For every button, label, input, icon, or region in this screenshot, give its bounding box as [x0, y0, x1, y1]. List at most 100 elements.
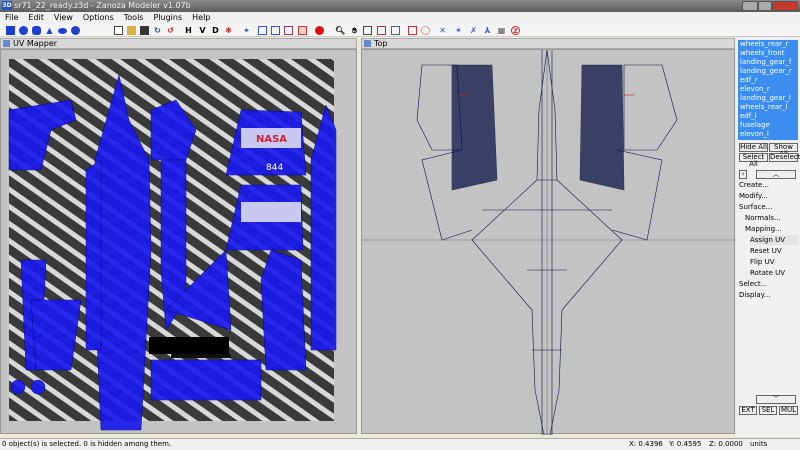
menu-bar: File Edit View Options Tools Plugins Help — [0, 12, 800, 24]
uv-mapper-viewport[interactable]: NASA 844 — [0, 49, 357, 434]
app-icon: 3D — [2, 1, 12, 10]
collapse-panel-button[interactable]: ‹ — [739, 170, 747, 179]
menu-tools[interactable]: Tools — [119, 12, 149, 24]
scroll-down-button[interactable]: ﹀ — [756, 395, 796, 404]
hide-all-button[interactable]: Hide All — [739, 143, 768, 152]
nasa-band-mirror — [241, 202, 301, 222]
menu-view[interactable]: View — [49, 12, 78, 24]
deselect-button[interactable]: Deselect — [769, 153, 800, 162]
minimize-button[interactable] — [742, 1, 758, 11]
menu-file[interactable]: File — [0, 12, 23, 24]
object-item[interactable]: landing_gear_l — [740, 94, 798, 103]
uv-black-strip — [171, 354, 231, 358]
pan-hand-icon[interactable]: ✋︎ — [350, 26, 359, 35]
object-item[interactable]: elevon_r — [740, 85, 798, 94]
rotate-icon[interactable]: ✗ — [469, 26, 478, 35]
top-view-header: Top — [361, 38, 735, 49]
top-view-wireframe — [362, 50, 736, 435]
scroll-up-button[interactable]: ︿ — [756, 170, 796, 179]
window-title: sr71_22_ready.z3d - Zanoza Modeler v1.07… — [14, 1, 191, 10]
toolbar: ▲ ↻ ↺ H V D ✱ ⌖ 🔍︎ ✋︎ ✕ ✶ ✗ ⅄ ▦ Z — [0, 24, 800, 37]
new-file-icon[interactable] — [114, 26, 123, 35]
view-v-button[interactable]: V — [198, 26, 207, 35]
close-button[interactable] — [772, 1, 798, 11]
menu-normals[interactable]: Normals... — [745, 213, 781, 223]
tail-number-text: 844 — [266, 163, 283, 173]
units-label: units — [750, 440, 768, 448]
object-item[interactable]: landing_gear_f — [740, 58, 798, 67]
menu-options[interactable]: Options — [78, 12, 119, 24]
cube-view-4-icon[interactable] — [298, 26, 307, 35]
frame-icon[interactable] — [363, 26, 372, 35]
cylinder-primitive-icon[interactable] — [32, 26, 41, 35]
title-bar: 3D sr71_22_ready.z3d - Zanoza Modeler v1… — [0, 0, 800, 12]
menu-create[interactable]: Create... — [739, 180, 769, 190]
select-circle-icon[interactable] — [421, 26, 430, 35]
show-all-button[interactable]: Show All — [769, 143, 798, 158]
status-message: 0 object(s) is selected. 0 is hidden amo… — [2, 440, 172, 448]
object-item[interactable]: wheels_front — [740, 49, 798, 58]
nasa-logo-text: NASA — [256, 134, 287, 145]
cone-primitive-icon[interactable]: ▲ — [45, 26, 54, 35]
undo-icon[interactable]: ↺ — [166, 26, 175, 35]
menu-plugins[interactable]: Plugins — [148, 12, 187, 24]
sel-button[interactable]: SEL — [759, 406, 777, 415]
coord-x: X: 0.4396 — [629, 440, 663, 448]
menu-select[interactable]: Select... — [739, 279, 767, 289]
assign-uv-button[interactable]: Assign UV — [750, 235, 798, 245]
axes-icon[interactable]: ✱ — [224, 26, 233, 35]
sphere-primitive-icon[interactable] — [19, 26, 28, 35]
menu-display[interactable]: Display... — [739, 290, 770, 300]
view-d-button[interactable]: D — [211, 26, 220, 35]
z-plugin-icon[interactable]: Z — [511, 26, 520, 35]
object-item[interactable]: fuselage — [740, 121, 798, 130]
maximize-button[interactable] — [758, 1, 772, 11]
object-list[interactable]: wheels_rear_r wheels_front landing_gear_… — [738, 40, 798, 140]
rotate-uv-button[interactable]: Rotate UV — [750, 268, 785, 278]
object-item[interactable]: elevon_l — [740, 130, 798, 139]
cube-view-1-icon[interactable] — [258, 26, 267, 35]
select-rect-icon[interactable] — [408, 26, 417, 35]
menu-surface[interactable]: Surface... — [739, 202, 772, 212]
cube-view-3-icon[interactable] — [284, 26, 293, 35]
uv-mapper-title: UV Mapper — [13, 39, 58, 48]
top-view-title: Top — [374, 39, 388, 48]
panel-icon — [364, 40, 371, 47]
extrude-icon[interactable]: ⅄ — [483, 26, 492, 35]
save-file-icon[interactable] — [140, 26, 149, 35]
menu-mapping[interactable]: Mapping... — [745, 224, 782, 234]
side-panel: wheels_rear_r wheels_front landing_gear_… — [736, 37, 800, 437]
redo-icon[interactable]: ↻ — [153, 26, 162, 35]
torus-primitive-icon[interactable] — [71, 26, 80, 35]
frame-all-icon[interactable] — [391, 26, 400, 35]
zoom-icon[interactable]: 🔍︎ — [335, 26, 345, 35]
object-item[interactable]: wheels_rear_l — [740, 103, 798, 112]
scale-icon[interactable]: ✕ — [438, 26, 447, 35]
object-item[interactable]: edf_l — [740, 112, 798, 121]
reset-uv-button[interactable]: Reset UV — [750, 246, 782, 256]
open-file-icon[interactable] — [127, 26, 136, 35]
coord-z: Z: 0.0000 — [709, 440, 743, 448]
menu-help[interactable]: Help — [187, 12, 215, 24]
vertex-icon[interactable]: ⌖ — [242, 26, 251, 35]
grid-icon[interactable]: ▦ — [497, 26, 506, 35]
view-h-button[interactable]: H — [184, 26, 193, 35]
coord-y: Y: 0.4595 — [669, 440, 702, 448]
flip-uv-button[interactable]: Flip UV — [750, 257, 775, 267]
disc-primitive-icon[interactable] — [58, 28, 67, 34]
ext-button[interactable]: EXT — [739, 406, 757, 415]
uv-mapper-header: UV Mapper — [0, 38, 357, 49]
object-item[interactable]: wheels_rear_r — [740, 40, 798, 49]
render-icon[interactable] — [315, 26, 324, 35]
select-all-button[interactable]: Select All — [739, 153, 768, 168]
object-item[interactable]: landing_gear_r — [740, 67, 798, 76]
menu-modify[interactable]: Modify... — [739, 191, 768, 201]
top-viewport[interactable] — [361, 49, 736, 435]
cube-view-2-icon[interactable] — [271, 26, 280, 35]
box-primitive-icon[interactable] — [6, 26, 15, 35]
mul-button[interactable]: MUL — [779, 406, 798, 415]
move-icon[interactable]: ✶ — [454, 26, 463, 35]
menu-edit[interactable]: Edit — [23, 12, 49, 24]
object-item[interactable]: edf_r — [740, 76, 798, 85]
frame-selected-icon[interactable] — [377, 26, 386, 35]
